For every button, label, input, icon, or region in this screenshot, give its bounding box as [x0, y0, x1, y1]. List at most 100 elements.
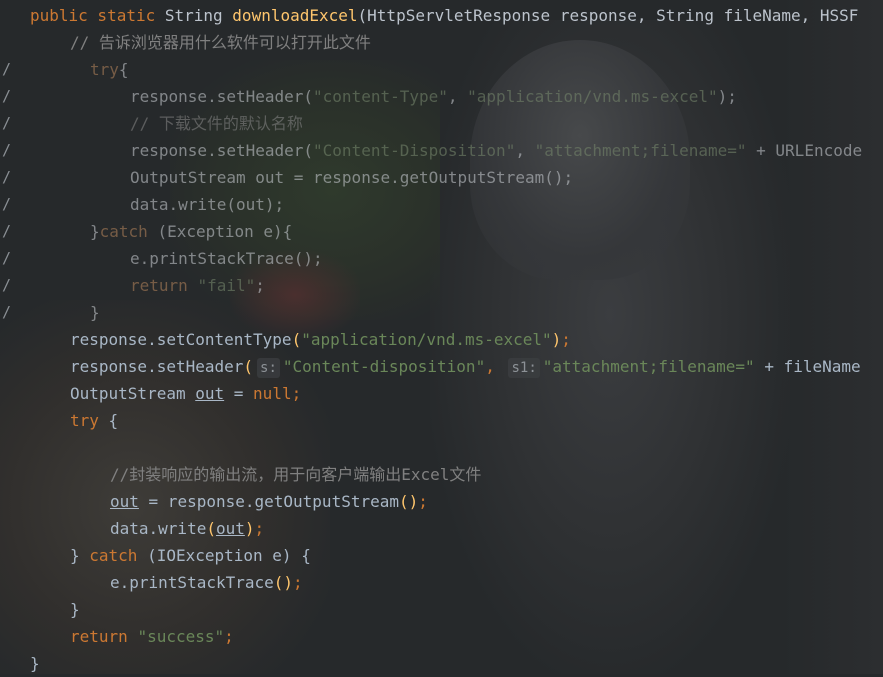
code-token: catch — [99, 222, 158, 241]
code-token: setHeader — [156, 357, 244, 376]
code-text: response.setContentType("application/vnd… — [70, 326, 571, 353]
code-text: // 下载文件的默认名称 — [130, 110, 303, 137]
code-token: downloadExcel — [232, 6, 358, 25]
code-text: try { — [70, 407, 118, 434]
code-token: ; — [224, 627, 234, 646]
code-token: { — [118, 60, 129, 79]
code-token: "fail" — [197, 276, 256, 295]
code-editor[interactable]: public static String downloadExcel(HttpS… — [0, 0, 883, 674]
code-line[interactable]: / response.setHeader("content-Type", "app… — [0, 83, 883, 110]
code-token: out — [215, 519, 245, 538]
code-line[interactable]: / }catch (Exception e){ — [0, 218, 883, 245]
code-line[interactable]: / // 下载文件的默认名称 — [0, 110, 883, 137]
code-token: "Content-disposition" — [282, 357, 486, 376]
code-line[interactable]: } catch (IOException e) { — [0, 542, 883, 569]
comment-marker: / — [2, 168, 12, 186]
code-text: } — [70, 596, 80, 623]
parameter-hint: s1: — [508, 358, 540, 378]
code-token: () — [273, 573, 294, 592]
code-line[interactable]: / return "fail"; — [0, 272, 883, 299]
code-token: response. — [70, 357, 157, 376]
code-text: try{ — [90, 56, 129, 83]
code-token: "Content-Disposition" — [313, 141, 516, 160]
code-line[interactable]: OutputStream out = null; — [0, 380, 883, 407]
code-token: , — [515, 141, 535, 160]
code-line[interactable]: / try{ — [0, 56, 883, 83]
code-token: "content-Type" — [313, 87, 448, 106]
code-token: "attachment;filename=" — [542, 357, 755, 376]
code-text: response.setHeader("content-Type", "appl… — [130, 83, 737, 110]
code-token: ( — [291, 330, 302, 349]
code-token: , — [447, 87, 468, 106]
code-token: "application/vnd.ms-excel" — [467, 87, 718, 106]
code-line[interactable]: / response.setHeader("Content-Disposition… — [0, 137, 883, 164]
code-token: + fileName — [754, 357, 861, 376]
code-text: data.write(out); — [110, 515, 264, 542]
code-line[interactable]: / OutputStream out = response.getOutputSt… — [0, 164, 883, 191]
code-text: } — [30, 650, 40, 677]
code-text: return "fail"; — [130, 272, 265, 299]
code-line[interactable]: return "success"; — [0, 623, 883, 650]
code-text: out = response.getOutputStream(); — [110, 488, 428, 515]
code-token: null — [253, 384, 292, 403]
code-text: e.printStackTrace(); — [130, 245, 323, 272]
code-token: } — [90, 222, 100, 241]
code-token: } — [70, 600, 80, 619]
code-token: //封装响应的输出流，用于向客户端输出Excel文件 — [110, 465, 482, 484]
code-line[interactable]: / data.write(out); — [0, 191, 883, 218]
code-line[interactable]: data.write(out); — [0, 515, 883, 542]
code-token: data.write — [110, 519, 207, 538]
code-token: } — [30, 654, 40, 673]
code-line[interactable]: public static String downloadExcel(HttpS… — [0, 2, 883, 29]
code-text: return "success"; — [70, 623, 234, 650]
code-line[interactable]: } — [0, 596, 883, 623]
code-token: + URLEncode — [746, 141, 863, 160]
code-token: , — [485, 357, 505, 376]
code-text: data.write(out); — [130, 191, 284, 218]
code-token: try — [90, 60, 119, 79]
code-text: } catch (IOException e) { — [70, 542, 311, 569]
comment-marker: / — [2, 276, 12, 294]
comment-marker: / — [2, 222, 12, 240]
code-text: OutputStream out = response.getOutputStr… — [130, 164, 573, 191]
code-token: = — [224, 384, 254, 403]
parameter-hint: s: — [257, 358, 280, 378]
code-token: () — [399, 492, 419, 511]
code-token: { — [108, 411, 119, 430]
code-line[interactable]: response.setContentType("application/vnd… — [0, 326, 883, 353]
code-token: return — [130, 276, 198, 295]
code-token: data.write(out); — [130, 195, 285, 214]
comment-marker: / — [2, 249, 12, 267]
comment-marker: / — [2, 114, 12, 132]
code-line[interactable]: out = response.getOutputStream(); — [0, 488, 883, 515]
code-line[interactable]: / e.printStackTrace(); — [0, 245, 883, 272]
code-token: "application/vnd.ms-excel" — [301, 330, 552, 349]
code-token: ); — [717, 87, 737, 106]
code-line[interactable]: // 告诉浏览器用什么软件可以打开此文件 — [0, 29, 883, 56]
code-line[interactable] — [0, 434, 883, 461]
code-text: }catch (Exception e){ — [90, 218, 292, 245]
code-line[interactable]: try { — [0, 407, 883, 434]
code-line[interactable]: //封装响应的输出流，用于向客户端输出Excel文件 — [0, 461, 883, 488]
code-token: "success" — [137, 627, 225, 646]
code-token: } — [90, 303, 100, 322]
code-line[interactable]: /} — [0, 299, 883, 326]
code-token: e.printStackTrace — [110, 573, 274, 592]
code-token: setContentType — [156, 330, 292, 349]
code-token: // 下载文件的默认名称 — [130, 114, 303, 133]
code-token: public static — [30, 6, 165, 25]
code-line[interactable]: } — [0, 650, 883, 677]
code-line[interactable]: response.setHeader(s: "Content-dispositio… — [0, 353, 883, 380]
code-token: ) — [244, 519, 255, 538]
code-token: "attachment;filename=" — [534, 141, 747, 160]
code-line[interactable]: e.printStackTrace(); — [0, 569, 883, 596]
code-token: e.printStackTrace(); — [130, 249, 323, 268]
code-token: response. — [70, 330, 157, 349]
code-text: //封装响应的输出流，用于向客户端输出Excel文件 — [110, 461, 481, 488]
comment-marker: / — [2, 303, 12, 321]
code-text: e.printStackTrace(); — [110, 569, 303, 596]
code-token: out — [110, 492, 139, 511]
code-token: OutputStream out = response.getOutputStr… — [130, 168, 574, 187]
code-token: (HttpServletResponse response, String fi… — [357, 6, 859, 25]
code-text: // 告诉浏览器用什么软件可以打开此文件 — [70, 29, 371, 56]
